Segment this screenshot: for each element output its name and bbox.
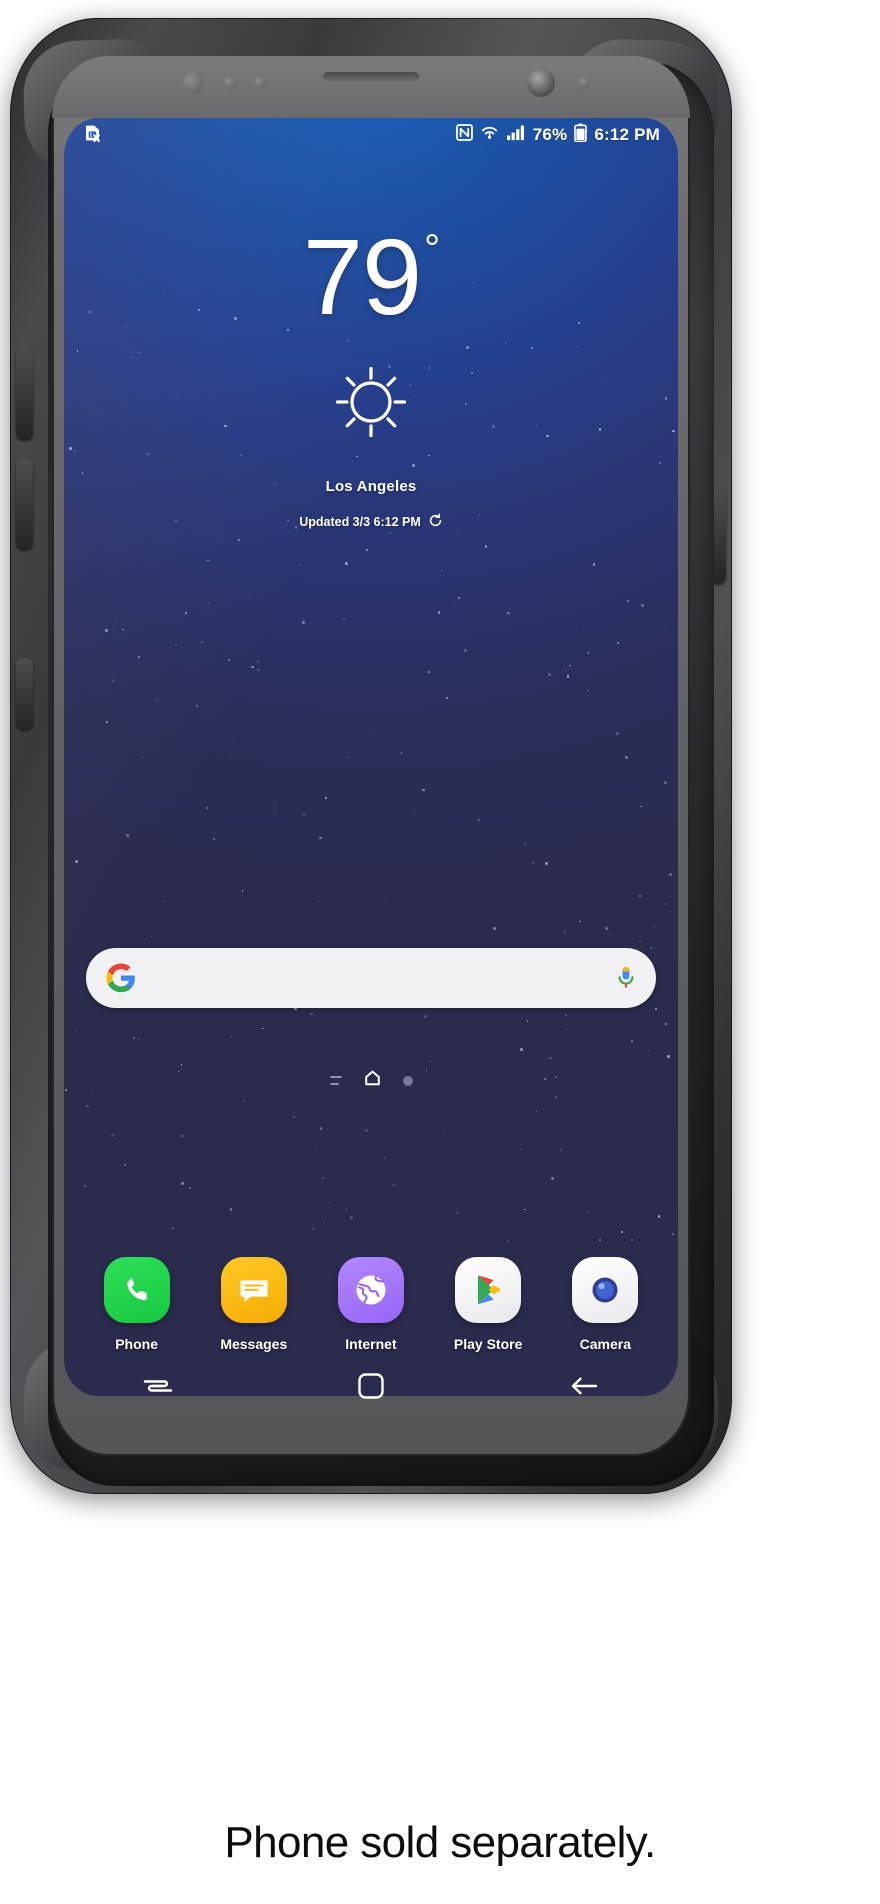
temperature-display: 79 ° [302,216,440,337]
weather-city: Los Angeles [325,478,417,495]
phone-screen[interactable]: 76% 6:12 PM 79 ° Los Angeles Updated 3/3… [64,118,678,1396]
home-icon[interactable] [364,1070,381,1091]
weather-widget[interactable]: 79 ° Los Angeles Updated 3/3 6:12 PM [64,223,678,531]
battery-percentage: 76% [532,125,568,144]
no-sim-card-icon [84,123,102,148]
sunny-icon [328,359,414,450]
dock-app-messages[interactable]: Messages [205,1257,303,1352]
microphone-icon[interactable] [616,963,636,993]
wifi-icon [480,124,499,146]
camera-lens-icon[interactable] [572,1257,639,1323]
dock-app-camera[interactable]: Camera [556,1257,654,1352]
earpiece-speaker [323,72,419,81]
status-bar: 76% 6:12 PM [64,118,678,152]
bixby-button[interactable] [16,658,33,730]
cellular-signal-icon [506,124,526,146]
proximity-sensor [224,77,236,89]
status-bar-time: 6:12 PM [594,125,660,144]
light-sensor [254,77,266,89]
degree-symbol: ° [424,227,440,271]
globe-icon[interactable] [337,1257,404,1323]
google-logo-icon [106,963,136,993]
iris-scanner [182,72,204,94]
front-camera [527,69,555,97]
weather-updated: Updated 3/3 6:12 PM [299,513,443,531]
google-search-bar[interactable] [86,948,656,1008]
phone-body: 76% 6:12 PM 79 ° Los Angeles Updated 3/3… [52,56,690,1456]
page-indicator[interactable] [64,1070,678,1091]
volume-down-button[interactable] [16,458,33,550]
page-dot-icon[interactable] [402,1075,413,1086]
hamburger-lines-icon[interactable] [329,1076,342,1085]
dock-app-phone[interactable]: Phone [88,1257,186,1352]
led-indicator [578,77,590,89]
dock-app-play-store[interactable]: Play Store [439,1257,537,1352]
caption-text: Phone sold separately. [224,1818,656,1867]
nfc-icon [455,124,473,146]
temperature-value: 79 [302,216,422,337]
message-bubble-icon[interactable] [220,1257,287,1323]
home-button[interactable] [334,1360,408,1412]
play-store-icon[interactable] [455,1257,522,1323]
phone-handset-icon[interactable] [103,1257,170,1323]
dock-app-internet[interactable]: Internet [322,1257,420,1352]
battery-icon [574,123,588,147]
app-dock: Phone Messages Internet Play Store Camer… [64,1257,678,1352]
recents-button[interactable] [121,1360,195,1412]
weather-updated-text: Updated 3/3 6:12 PM [299,515,421,529]
navigation-bar [52,1344,690,1428]
back-button[interactable] [547,1360,621,1412]
product-photo: 76% 6:12 PM 79 ° Los Angeles Updated 3/3… [0,0,880,1904]
volume-up-button[interactable] [16,348,33,440]
top-bezel [52,56,690,118]
refresh-icon[interactable] [428,513,443,531]
